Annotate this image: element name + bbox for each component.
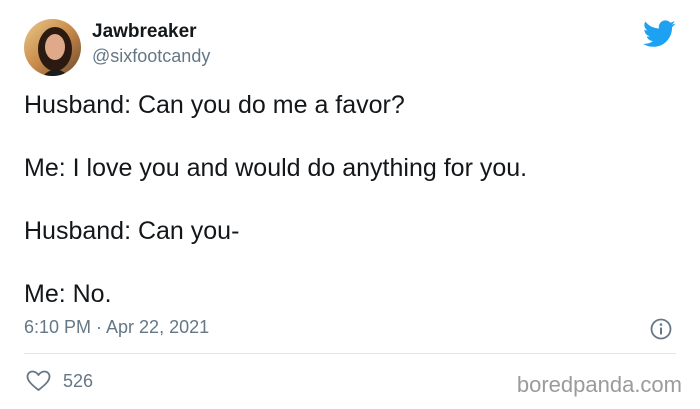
user-handle[interactable]: @sixfootcandy xyxy=(92,46,210,67)
info-icon[interactable] xyxy=(650,318,672,340)
avatar[interactable] xyxy=(24,19,81,76)
tweet-line: Me: I love you and would do anything for… xyxy=(24,154,528,182)
tweet-line: Me: No. xyxy=(24,280,112,308)
twitter-bird-icon[interactable] xyxy=(643,20,676,48)
tweet-card: Jawbreaker @sixfootcandy Husband: Can yo… xyxy=(0,0,700,409)
tweet-line: Husband: Can you do me a favor? xyxy=(24,91,405,119)
watermark: boredpanda.com xyxy=(516,372,682,397)
tweet-timestamp[interactable]: 6:10 PM · Apr 22, 2021 xyxy=(24,317,209,338)
like-count: 526 xyxy=(63,371,94,391)
display-name[interactable]: Jawbreaker xyxy=(92,21,197,43)
heart-icon[interactable] xyxy=(26,370,51,392)
divider xyxy=(24,353,676,354)
tweet-line: Husband: Can you- xyxy=(24,217,240,245)
avatar-photo xyxy=(24,19,81,76)
tweet-body: Husband: Can you do me a favor? Me: I lo… xyxy=(24,90,664,342)
